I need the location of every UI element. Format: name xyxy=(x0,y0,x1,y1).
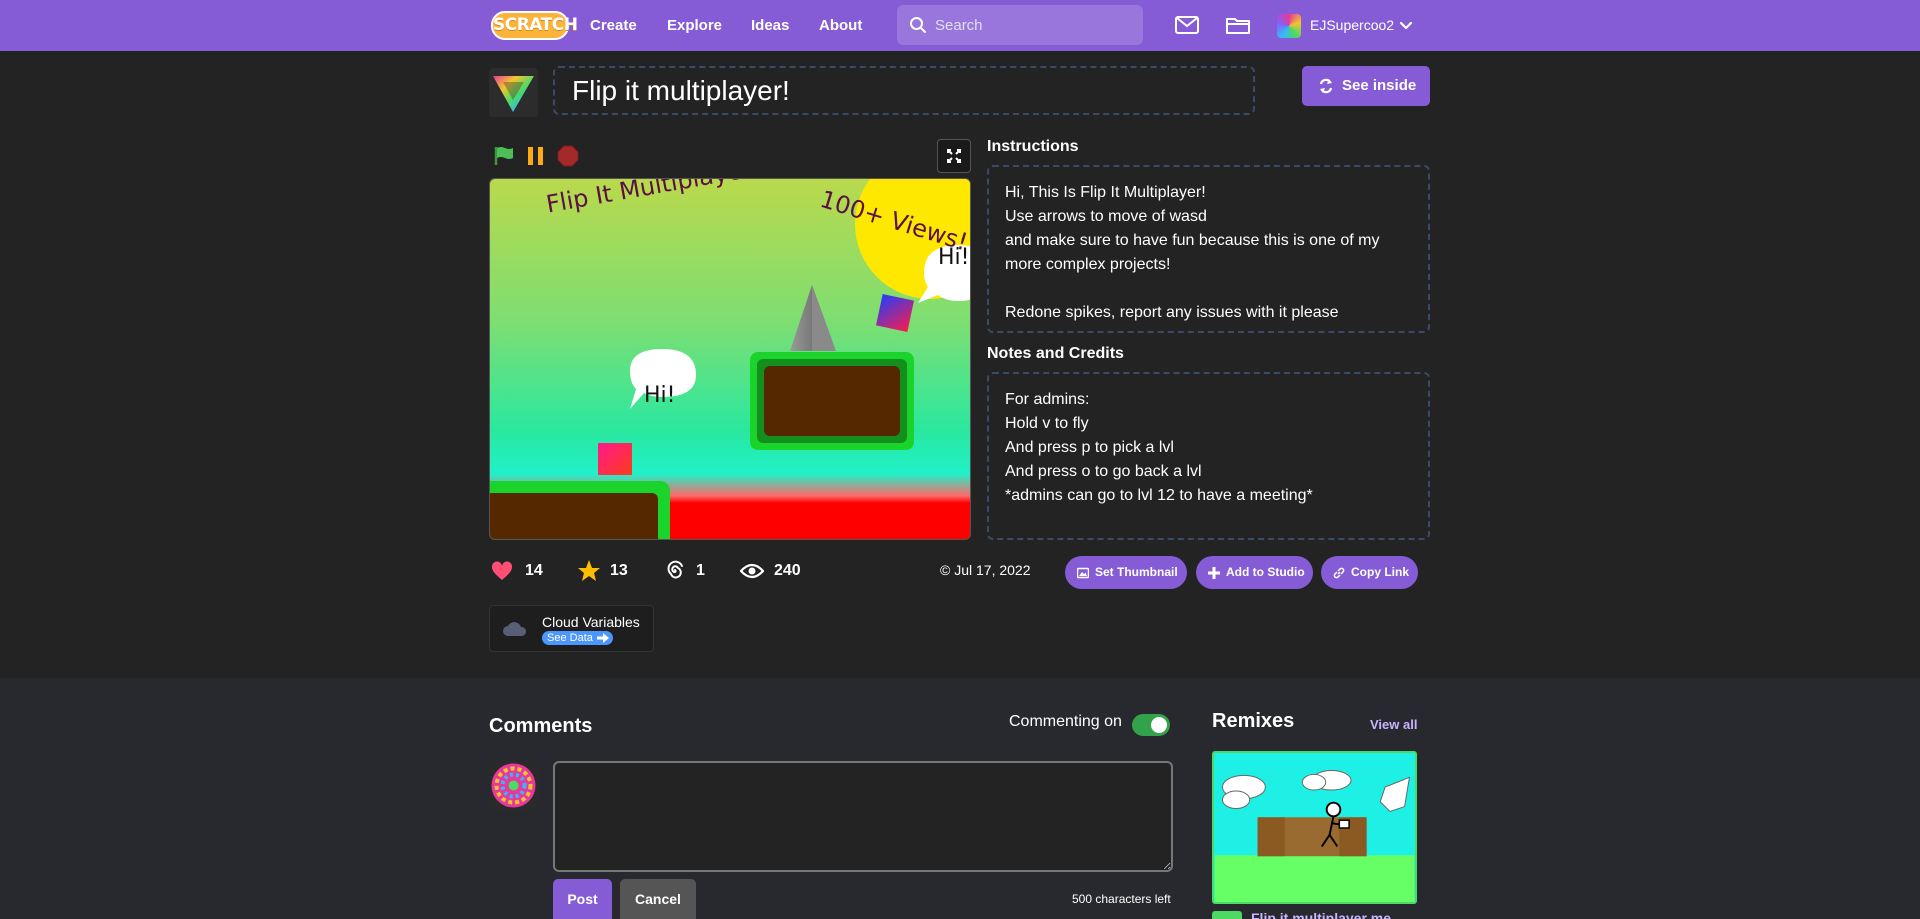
nav-username[interactable]: EJSupercoo2 xyxy=(1310,0,1394,51)
green-flag-icon[interactable] xyxy=(492,145,514,167)
instructions-line: Hi, This Is Flip It Multiplayer! xyxy=(1005,184,1206,201)
nav-ideas[interactable]: Ideas xyxy=(751,0,789,51)
instructions-line xyxy=(1005,277,1412,301)
project-title-input[interactable]: Flip it multiplayer! xyxy=(553,66,1255,115)
favorite-star-icon[interactable] xyxy=(577,559,601,583)
plus-icon xyxy=(1208,567,1220,579)
fullscreen-button[interactable] xyxy=(937,139,971,173)
toggle-knob xyxy=(1151,717,1167,733)
instructions-textarea[interactable]: Hi, This Is Flip It Multiplayer! Use arr… xyxy=(987,165,1430,333)
remix-spiral-icon xyxy=(667,560,683,579)
project-thumbnail xyxy=(489,68,538,117)
notes-heading: Notes and Credits xyxy=(987,345,1124,362)
see-inside-label: See inside xyxy=(1342,77,1417,94)
nav-create[interactable]: Create xyxy=(590,0,637,51)
see-data-label: See Data xyxy=(547,632,593,644)
notes-line: And press o to go back a lvl xyxy=(1005,463,1202,480)
views-eye-icon xyxy=(740,563,764,579)
top-navbar: SCRATCH Create Explore Ideas About EJSup… xyxy=(0,0,1920,51)
remix-thumbnail[interactable] xyxy=(1212,751,1417,904)
pause-icon[interactable] xyxy=(525,145,547,167)
blue-cube-player xyxy=(876,294,914,332)
post-button[interactable]: Post xyxy=(553,879,612,919)
notes-line: *admins can go to lvl 12 to have a meeti… xyxy=(1005,487,1313,504)
cancel-button[interactable]: Cancel xyxy=(620,879,696,919)
nav-about[interactable]: About xyxy=(819,0,862,51)
cloud-icon xyxy=(503,622,527,636)
messages-icon[interactable] xyxy=(1174,13,1200,37)
bubble-text-2: Hi! xyxy=(938,245,970,270)
commenting-toggle-label: Commenting on xyxy=(1009,713,1122,730)
add-to-studio-button[interactable]: Add to Studio xyxy=(1196,556,1313,589)
share-date: © Jul 17, 2022 xyxy=(940,562,1031,578)
copy-link-label: Copy Link xyxy=(1351,565,1410,579)
set-thumbnail-label: Set Thumbnail xyxy=(1095,565,1178,579)
see-inside-button[interactable]: See inside xyxy=(1302,66,1430,106)
copy-link-button[interactable]: Copy Link xyxy=(1321,556,1418,589)
commenting-toggle[interactable] xyxy=(1132,714,1170,736)
remix-count: 1 xyxy=(696,562,705,579)
instructions-line: Redone spikes, report any issues with it… xyxy=(1005,304,1339,321)
comments-heading: Comments xyxy=(489,715,593,737)
instructions-heading: Instructions xyxy=(987,138,1079,155)
bubble-text-1: Hi! xyxy=(644,383,676,408)
remix-title-link[interactable]: Flip it multiplayer me xyxy=(1251,910,1391,919)
remixes-heading: Remixes xyxy=(1212,710,1295,732)
project-stage[interactable]: Flip It Multiplayer! 100+ Views! Hi! Hi! xyxy=(489,178,971,540)
remix-arrows-icon xyxy=(1319,78,1333,94)
link-icon xyxy=(1333,567,1345,579)
copyright-icon: © xyxy=(940,562,951,578)
search-input[interactable] xyxy=(935,5,1135,45)
fullscreen-icon xyxy=(947,149,961,163)
search-bar xyxy=(897,5,1143,45)
view-count: 240 xyxy=(774,562,801,579)
user-avatar[interactable] xyxy=(1277,14,1301,38)
notes-textarea[interactable]: For admins: Hold v to fly And press p to… xyxy=(987,372,1430,540)
remix-creator-avatar xyxy=(1212,911,1242,919)
notes-line: Hold v to fly xyxy=(1005,415,1089,432)
add-to-studio-label: Add to Studio xyxy=(1226,565,1305,579)
notes-line: And press p to pick a lvl xyxy=(1005,439,1174,456)
search-icon xyxy=(910,17,926,33)
instructions-line: Use arrows to move of wasd xyxy=(1005,208,1207,225)
love-heart-icon[interactable] xyxy=(490,559,514,583)
characters-left: 500 characters left xyxy=(1072,892,1171,906)
commenter-avatar xyxy=(489,761,538,810)
instructions-line: more complex projects! xyxy=(1005,256,1171,273)
my-stuff-folder-icon[interactable] xyxy=(1225,13,1251,37)
arrow-right-icon xyxy=(596,633,609,643)
pink-cube-player xyxy=(598,443,632,475)
favorite-count: 13 xyxy=(610,562,628,579)
see-data-button[interactable]: See Data xyxy=(542,631,613,645)
set-thumbnail-button[interactable]: Set Thumbnail xyxy=(1065,556,1187,589)
instructions-line: and make sure to have fun because this i… xyxy=(1005,232,1380,249)
share-date-text: Jul 17, 2022 xyxy=(954,562,1031,578)
cloud-variables-panel: Cloud Variables See Data xyxy=(489,605,654,652)
stop-icon[interactable] xyxy=(557,145,579,167)
love-count: 14 xyxy=(525,562,543,579)
cloud-variables-label: Cloud Variables xyxy=(542,614,640,630)
scratch-logo[interactable]: SCRATCH xyxy=(491,11,578,40)
view-all-remixes-link[interactable]: View all xyxy=(1370,717,1417,732)
nav-explore[interactable]: Explore xyxy=(667,0,722,51)
notes-line: For admins: xyxy=(1005,391,1090,408)
comment-input[interactable] xyxy=(553,761,1173,872)
image-icon xyxy=(1077,567,1089,579)
chevron-down-icon[interactable] xyxy=(1399,20,1413,32)
